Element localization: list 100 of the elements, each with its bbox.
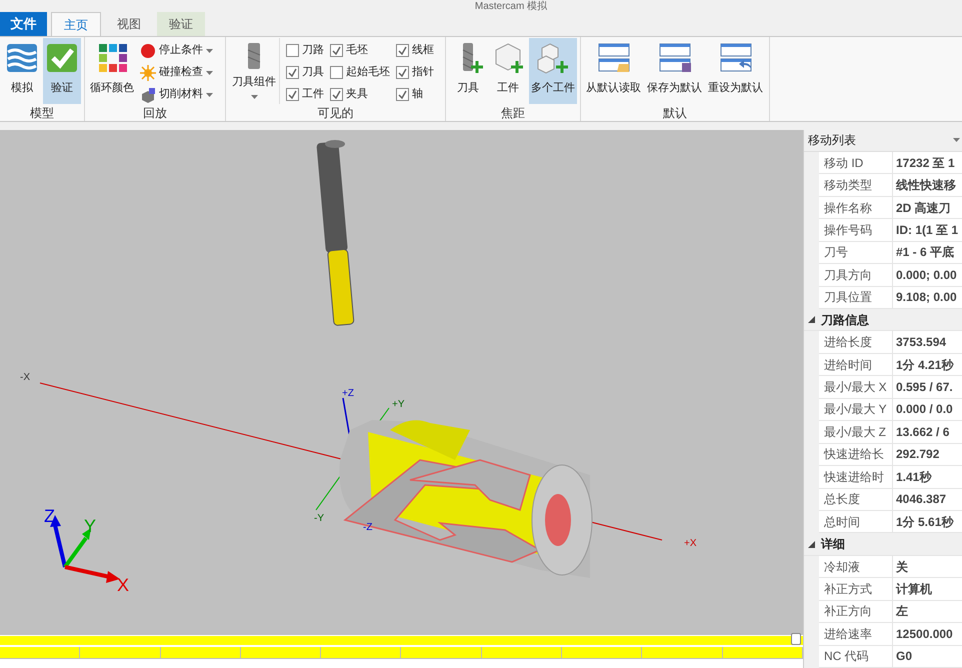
checkbox[interactable] (330, 66, 343, 79)
group-label: 回放 (143, 105, 167, 122)
caret-icon (206, 70, 213, 74)
property-name: 操作名称 (819, 196, 893, 218)
checkmark-icon (332, 90, 341, 99)
group-label: 默认 (663, 105, 687, 122)
axis-label: X (117, 575, 130, 595)
collapse-triangle-icon[interactable] (808, 540, 815, 548)
axis-label: -Z (363, 522, 372, 533)
property-name: 总长度 (819, 488, 893, 510)
dropdown-button[interactable]: 刀具组件 (229, 38, 280, 104)
ribbon-tab[interactable]: 验证 (157, 12, 205, 36)
property-name: 刀具方向 (819, 264, 893, 286)
group-label: 焦距 (501, 105, 525, 122)
property-name: 进给长度 (819, 331, 893, 353)
cubes-icon (538, 43, 558, 74)
checkmark-icon (398, 90, 407, 99)
property-value: 17232 至 1 (895, 154, 956, 172)
plus-icon (554, 60, 570, 74)
checkbox[interactable] (396, 66, 409, 79)
property-name: 操作号码 (819, 219, 893, 241)
ribbon-tab[interactable]: 视图 (105, 12, 153, 36)
section-header[interactable]: 刀路信息 (821, 310, 869, 329)
caret-icon (953, 138, 960, 142)
ribbon-button[interactable]: 循环颜色 (88, 38, 136, 104)
ribbon-button[interactable]: 验证 (43, 38, 81, 104)
property-value: G0 (895, 648, 914, 666)
checkmark-icon (398, 46, 407, 55)
ribbon-button[interactable]: 保存为默认 (645, 38, 704, 104)
caret-icon (206, 48, 213, 52)
slider-handle[interactable] (791, 633, 801, 645)
collapse-triangle-icon[interactable] (808, 316, 815, 324)
property-value: ID: 1(1 至 1 (895, 222, 960, 239)
checkmark-icon (398, 68, 407, 77)
checkbox-label: 起始毛坯 (346, 64, 390, 80)
group-label: 模型 (30, 105, 54, 122)
file-tab[interactable]: 文件 (0, 12, 47, 36)
stop-sign-icon (140, 42, 156, 58)
checkbox-label: 工件 (302, 87, 324, 102)
property-value: 12500.000 (895, 626, 954, 643)
property-name: 刀号 (819, 242, 893, 264)
property-value: 292.792 (895, 446, 940, 464)
checkbox[interactable] (286, 66, 299, 79)
checkbox-label: 刀路 (302, 43, 324, 58)
dropdown-button[interactable]: 停止条件 (140, 41, 213, 60)
checkbox[interactable] (396, 88, 409, 101)
checkbox-label: 刀具 (302, 65, 324, 80)
property-value: 13.662 / 6 (895, 424, 950, 441)
ribbon-button[interactable]: 模拟 (3, 38, 41, 104)
ribbon-button[interactable]: 工件 (489, 38, 527, 104)
ribbon-button[interactable]: 刀具 (449, 38, 487, 104)
checkbox-label: 线框 (412, 43, 434, 58)
checkbox[interactable] (330, 88, 343, 101)
axis-label: Y (84, 516, 96, 536)
disk-window-icon (658, 42, 692, 74)
sun-icon (140, 64, 156, 80)
property-name: 最小/最大 Z (819, 421, 893, 443)
property-name: 快速进给长 (819, 444, 893, 466)
checkmark-icon (288, 90, 297, 99)
property-value: 9.108; 0.00 (895, 289, 958, 306)
axis-label: +Y (392, 399, 405, 410)
property-value: 关 (894, 558, 909, 576)
property-name: 补正方式 (819, 578, 893, 600)
property-name: 进给速率 (819, 623, 893, 645)
plus-icon (470, 60, 484, 74)
section-header[interactable]: 详细 (821, 535, 845, 554)
property-value: 0.000; 0.00 (895, 266, 958, 284)
checkbox-label: 夹具 (346, 87, 368, 102)
dropdown-button[interactable]: 切削材料 (140, 85, 213, 104)
checkbox-label: 轴 (412, 87, 423, 102)
ribbon-button[interactable]: 重设为默认 (706, 38, 765, 104)
property-name: 最小/最大 Y (819, 398, 893, 420)
property-value: 3753.594 (895, 334, 948, 352)
checkbox[interactable] (286, 88, 299, 101)
axis-label: -X (20, 372, 30, 383)
checkbox[interactable] (286, 44, 299, 57)
property-name: 总时间 (819, 510, 893, 532)
axis-label: +Z (342, 388, 354, 399)
property-value: 2D 高速刀 (895, 200, 952, 217)
hexagon-icon (496, 43, 520, 71)
ribbon-button[interactable]: 从默认读取 (584, 38, 643, 104)
property-name: 刀具位置 (819, 286, 893, 308)
checkmark-icon (288, 68, 297, 77)
ribbon-tab[interactable]: 主页 (51, 12, 101, 36)
group-label: 可见的 (318, 105, 354, 122)
folder-window-icon (596, 42, 630, 74)
cube-icon (140, 86, 156, 102)
plus-icon (510, 60, 524, 74)
dropdown-button[interactable]: 碰撞检查 (140, 63, 213, 82)
end-mill-icon (462, 43, 474, 71)
property-value: 计算机 (894, 580, 933, 598)
property-name: 进给时间 (819, 354, 893, 376)
checkbox[interactable] (330, 44, 343, 57)
property-name: 最小/最大 X (819, 376, 893, 398)
checkbox-label: 指针 (412, 65, 434, 80)
ribbon-button[interactable]: 多个工件 (529, 38, 577, 104)
property-value: 0.595 / 67. (895, 379, 954, 396)
property-name: 补正方向 (819, 600, 893, 622)
checkbox[interactable] (396, 44, 409, 57)
checkmark-icon (45, 42, 79, 74)
